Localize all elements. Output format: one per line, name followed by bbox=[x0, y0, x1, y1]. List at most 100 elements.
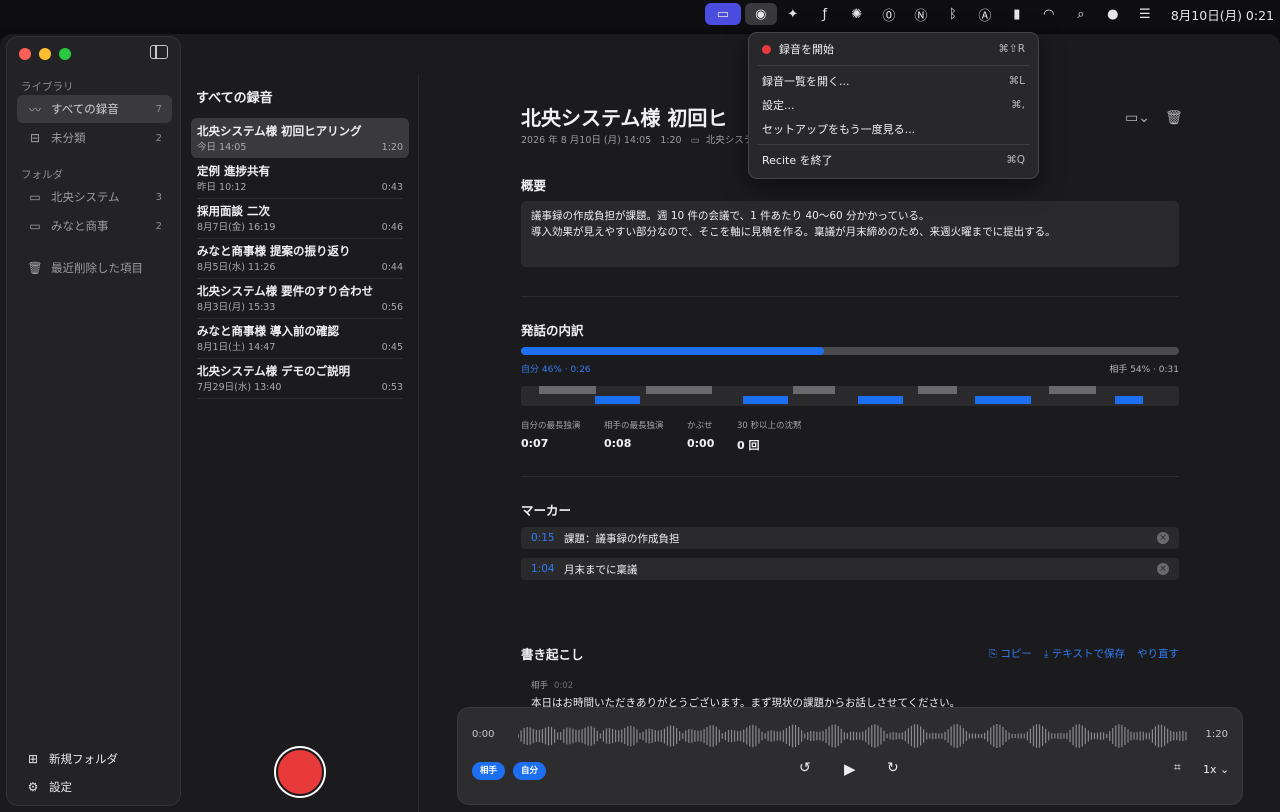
skip-back-15-icon[interactable]: ↺ bbox=[799, 760, 811, 776]
screen-share-icon[interactable]: ▭ bbox=[704, 3, 741, 25]
minimize-window-button[interactable] bbox=[39, 48, 51, 60]
trim-icon[interactable]: ⌗ bbox=[1174, 760, 1181, 775]
recording-date: 8月7日(金) 16:19 bbox=[197, 222, 276, 233]
onepassword-icon[interactable]: ⓪ bbox=[873, 3, 905, 25]
marker-row[interactable]: 1:04 月末までに稟議 × bbox=[521, 558, 1179, 580]
figma-icon[interactable]: ƒ bbox=[809, 3, 841, 25]
play-icon[interactable]: ▶ bbox=[844, 760, 856, 778]
summary-heading: 概要 bbox=[521, 178, 547, 193]
recording-list-item[interactable]: 北央システム様 デモのご説明 7月29日(水) 13:40 0:53 bbox=[191, 358, 409, 399]
marker-text: 課題：議事録の作成負担 bbox=[564, 532, 680, 545]
stat-overlap: かぶせ 0:00 bbox=[687, 419, 714, 450]
waveform[interactable] bbox=[518, 716, 1188, 756]
zoom-window-button[interactable] bbox=[59, 48, 71, 60]
sidebar-item-label: みなと商事 bbox=[51, 219, 109, 233]
library-section-label: ライブラリ bbox=[21, 81, 74, 93]
menu-separator bbox=[757, 65, 1030, 66]
perplexity-icon[interactable]: ✺ bbox=[841, 3, 873, 25]
record-button[interactable] bbox=[274, 746, 326, 798]
sidebar-item-folder-minato[interactable]: ▭ みなと商事 2 bbox=[17, 212, 172, 240]
speaker-timeline bbox=[521, 386, 1179, 406]
summary-box: 議事録の作成負担が課題。週 10 件の会議で、1 件あたり 40〜60 分かかっ… bbox=[521, 201, 1179, 267]
filter-chip-other[interactable]: 相手 bbox=[472, 762, 506, 780]
sidebar-item-label: 北央システム bbox=[51, 190, 120, 204]
recording-date: 7月29日(水) 13:40 bbox=[197, 382, 282, 393]
new-folder-label: 新規フォルダ bbox=[49, 752, 118, 766]
stat-label: 30 秒以上の沈黙 bbox=[737, 421, 802, 431]
marker-time[interactable]: 1:04 bbox=[531, 563, 564, 575]
text-input-icon[interactable]: Ⓐ bbox=[969, 3, 1001, 25]
control-center-icon[interactable]: ☰ bbox=[1129, 3, 1161, 25]
recording-list-item[interactable]: 定例 進捗共有 昨日 10:12 0:43 bbox=[191, 158, 409, 199]
recording-title: 採用面談 二次 bbox=[197, 204, 271, 218]
sidebar-item-trash[interactable]: 🗑 最近削除した項目 bbox=[17, 254, 172, 282]
speed-selector[interactable]: 1x ⌄ bbox=[1203, 763, 1229, 776]
recording-duration: 0:45 bbox=[381, 342, 403, 353]
marker-time[interactable]: 0:15 bbox=[531, 532, 564, 544]
menu-bar: ▭ ◉ ✦ ƒ ✺ ⓪ Ⓝ ᛒ Ⓐ ▮ ◠ ⌕ ● ☰ 8月10日(月) 0:2… bbox=[0, 0, 1280, 28]
notion-icon[interactable]: Ⓝ bbox=[905, 3, 937, 25]
folder-menu-icon[interactable]: ▭⌄ bbox=[1125, 110, 1150, 126]
menu-item-start-recording[interactable]: 録音を開始 ⌘⇧R bbox=[762, 40, 1025, 58]
page-title[interactable]: 北央システム様 初回ヒ bbox=[521, 102, 727, 131]
stat-value: 0:07 bbox=[521, 437, 549, 450]
sidebar-item-folder-hokuo[interactable]: ▭ 北央システム 3 bbox=[17, 183, 172, 211]
menu-item-label: 録音を開始 bbox=[779, 43, 834, 56]
sidebar-toggle-icon[interactable] bbox=[150, 45, 168, 59]
copy-button[interactable]: ⎘ コピー bbox=[989, 646, 1032, 661]
save-text-button[interactable]: ⤓ テキストで保存 bbox=[1044, 646, 1125, 661]
redo-button[interactable]: やり直す bbox=[1137, 646, 1179, 661]
timeline-segment-self bbox=[858, 396, 903, 404]
recording-list-item[interactable]: みなと商事様 提案の振り返り 8月5日(水) 11:26 0:44 bbox=[191, 238, 409, 279]
close-window-button[interactable] bbox=[19, 48, 31, 60]
menu-item-shortcut: ⌘⇧R bbox=[998, 43, 1025, 55]
folders-section-label: フォルダ bbox=[21, 169, 63, 181]
battery-icon[interactable]: ▮ bbox=[1001, 3, 1033, 25]
talk-breakdown-heading: 発話の内訳 bbox=[521, 323, 584, 338]
settings-label: 設定 bbox=[49, 780, 72, 794]
menu-item-setup-again[interactable]: セットアップをもう一度見る... bbox=[762, 120, 1025, 138]
sparkle-icon[interactable]: ✦ bbox=[777, 3, 809, 25]
recording-list-item[interactable]: 北央システム様 初回ヒアリング 今日 14:05 1:20 bbox=[191, 118, 409, 158]
utterance-time[interactable]: 0:02 bbox=[554, 681, 573, 691]
recite-icon[interactable]: ◉ bbox=[744, 3, 777, 25]
marker-row[interactable]: 0:15 課題：議事録の作成負担 × bbox=[521, 527, 1179, 549]
meta-duration: 1:20 bbox=[660, 135, 682, 146]
transcript-actions: ⎘ コピー ⤓ テキストで保存 やり直す bbox=[989, 646, 1179, 661]
waveform-icon: 〰 bbox=[28, 102, 41, 117]
menu-item-settings[interactable]: 設定... ⌘, bbox=[762, 96, 1025, 114]
menu-bar-clock[interactable]: 8月10日(月) 0:21 bbox=[1171, 5, 1274, 24]
wifi-icon[interactable]: ◠ bbox=[1033, 3, 1065, 25]
sidebar-item-uncategorized[interactable]: ⊟ 未分類 2 bbox=[17, 124, 172, 152]
bluetooth-icon[interactable]: ᛒ bbox=[937, 3, 969, 25]
timeline-segment-other bbox=[646, 386, 712, 394]
folder-icon: ▭ bbox=[29, 190, 41, 204]
save-text-label: テキストで保存 bbox=[1051, 648, 1125, 660]
recording-list-item[interactable]: みなと商事様 導入前の確認 8月1日(土) 14:47 0:45 bbox=[191, 318, 409, 359]
sidebar-item-count: 3 bbox=[155, 191, 162, 203]
sidebar-item-count: 7 bbox=[155, 103, 162, 115]
new-folder-button[interactable]: ⊞ 新規フォルダ bbox=[25, 751, 118, 767]
timeline-segment-other bbox=[918, 386, 957, 394]
menu-separator bbox=[757, 144, 1030, 145]
menu-item-open-list[interactable]: 録音一覧を開く... ⌘L bbox=[762, 72, 1025, 90]
remove-marker-icon[interactable]: × bbox=[1157, 532, 1169, 544]
gear-icon: ⚙ bbox=[27, 780, 39, 794]
trash-icon[interactable]: 🗑 bbox=[1165, 110, 1183, 126]
stat-silence: 30 秒以上の沈黙 0 回 bbox=[737, 419, 802, 453]
menu-item-quit[interactable]: Recite を終了 ⌘Q bbox=[762, 151, 1025, 169]
search-icon[interactable]: ⌕ bbox=[1065, 3, 1097, 25]
filter-chip-self[interactable]: 自分 bbox=[513, 762, 547, 780]
recite-app-menu: 録音を開始 ⌘⇧R 録音一覧を開く... ⌘L 設定... ⌘, セットアップを… bbox=[748, 32, 1039, 179]
recording-duration: 0:43 bbox=[381, 182, 403, 193]
recording-list-item[interactable]: 採用面談 二次 8月7日(金) 16:19 0:46 bbox=[191, 198, 409, 239]
transcript-utterance: 相手 0:02 本日はお時間いただきありがとうございます。まず現状の課題からお話し… bbox=[531, 679, 960, 710]
sidebar-item-all-recordings[interactable]: 〰 すべての録音 7 bbox=[17, 95, 172, 123]
siri-icon[interactable]: ● bbox=[1097, 3, 1129, 25]
timeline-segment-other bbox=[793, 386, 835, 394]
recording-list-item[interactable]: 北央システム様 要件のすり合わせ 8月3日(月) 15:33 0:56 bbox=[191, 278, 409, 319]
skip-forward-15-icon[interactable]: ↻ bbox=[887, 760, 899, 776]
folder-icon: ▭ bbox=[29, 219, 41, 233]
settings-button[interactable]: ⚙ 設定 bbox=[25, 779, 72, 795]
remove-marker-icon[interactable]: × bbox=[1157, 563, 1169, 575]
